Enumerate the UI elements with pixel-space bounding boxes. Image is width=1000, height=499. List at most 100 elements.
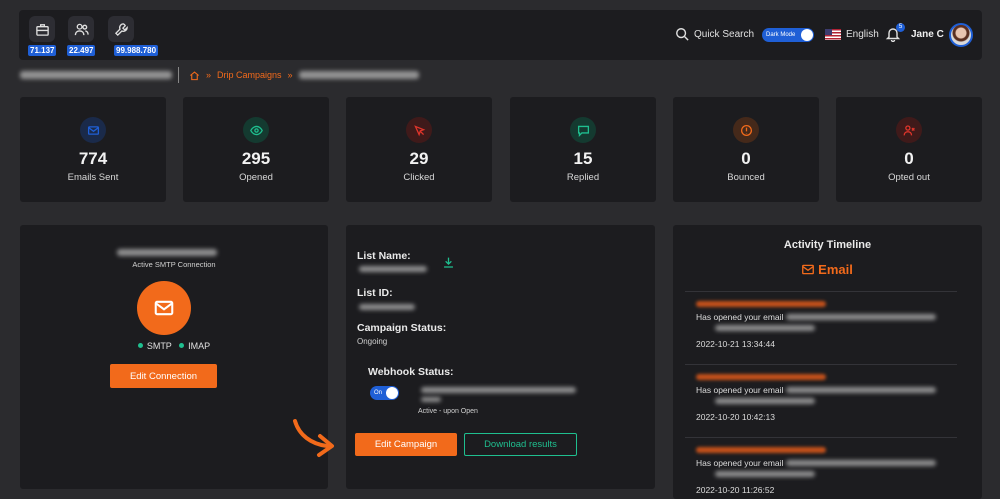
redacted-webhook-url-line2 [421,397,441,402]
chevron-right-icon: » [287,70,293,80]
breadcrumb-divider [178,67,179,83]
tools-count: 99.988.780 [114,45,159,56]
mail-icon [802,264,815,275]
chat-icon-circle [570,117,596,143]
webhook-toggle-label: On [374,390,383,396]
dark-mode-label: Dark Mode [766,32,796,38]
stat-value: 15 [573,149,593,168]
smtp-subtitle: Active SMTP Connection [132,260,216,269]
user-x-icon-circle [896,117,922,143]
status-dot [137,343,143,348]
stat-label: Replied [566,172,600,183]
mail-icon [154,300,174,316]
dark-mode-toggle[interactable]: Dark Mode [762,28,814,42]
top-bar: 71.137 22.497 99.988.780 Quick Search Da… [19,10,982,60]
users-icon [74,23,89,35]
redacted-account [20,71,172,79]
tools-button[interactable] [108,16,134,42]
redacted-subject [785,460,936,466]
timeline-timestamp: 2022-10-20 11:26:52 [696,485,775,495]
timeline-timestamp: 2022-10-20 10:42:13 [696,412,775,422]
timeline-channel-label: Email [818,262,853,277]
timeline-title: Activity Timeline [783,239,872,251]
briefcase-icon [35,23,49,36]
stat-label: Emails Sent [67,172,119,183]
chevron-right-icon: » [206,70,212,80]
redacted-subject-line2 [715,398,815,404]
timeline-action: Has opened your email [696,385,936,395]
user-name[interactable]: Jane C [911,29,944,40]
timeline-channel: Email [673,262,982,277]
download-results-button[interactable]: Download results [464,433,577,456]
redacted-subject-line2 [715,471,815,477]
webhook-status-label: Webhook Status: [368,366,454,378]
stat-label: Bounced [727,172,765,183]
redacted-list-name [359,266,427,272]
stat-value: 0 [741,149,751,168]
imap-label: IMAP [188,341,211,351]
quick-search-label: Quick Search [694,28,755,40]
campaign-status-label: Campaign Status: [357,322,447,334]
wrench-icon [114,22,128,36]
language-selector[interactable]: English [825,29,879,40]
toggle-knob [801,29,813,41]
briefcase-button[interactable] [29,16,55,42]
redacted-contact [696,447,826,453]
cursor-icon-circle [406,117,432,143]
timeline-timestamp: 2022-10-21 13:34:44 [696,339,775,349]
mail-icon-circle [80,117,106,143]
timeline-entry: Has opened your email 2022-10-21 13:34:4… [685,291,957,363]
download-icon[interactable] [442,256,455,269]
redacted-list-id [359,304,415,310]
language-label: English [846,29,879,40]
edit-connection-button[interactable]: Edit Connection [110,364,217,388]
chat-icon [577,125,589,137]
stat-value: 774 [78,149,108,168]
users-button[interactable] [68,16,94,42]
activity-timeline-panel: Activity Timeline Email Has opened your … [673,225,982,499]
search-icon [676,28,689,41]
redacted-contact [696,301,826,307]
timeline-entry: Has opened your email 2022-10-20 11:26:5… [685,437,957,499]
smtp-connection-panel: Active SMTP Connection SMTP IMAP Edit Co… [20,225,328,489]
breadcrumb-drip-campaigns[interactable]: Drip Campaigns [217,70,282,80]
notification-badge: 5 [896,23,905,32]
home-icon[interactable] [189,70,200,81]
stat-card-clicked: 29 Clicked [346,97,492,202]
timeline-action-text: Has opened your email [696,458,784,468]
stat-label: Clicked [403,172,435,183]
timeline-action-text: Has opened your email [696,385,784,395]
timeline-action-text: Has opened your email [696,312,784,322]
redacted-webhook-url [421,387,576,393]
stat-value: 295 [241,149,271,168]
briefcase-count: 71.137 [28,45,57,56]
redacted-subject [785,387,936,393]
avatar[interactable] [949,23,973,47]
stat-card-bounced: 0 Bounced [673,97,819,202]
quick-search-button[interactable]: Quick Search [675,27,754,41]
status-dot [179,343,185,348]
eye-icon-circle [243,117,269,143]
stat-label: Opted out [888,172,930,183]
us-flag-icon [825,29,841,40]
timeline-action: Has opened your email [696,312,936,322]
mail-circle [137,281,191,335]
smtp-label: SMTP [146,341,172,351]
toggle-knob [386,387,398,399]
alert-icon [740,124,752,136]
timeline-entry: Has opened your email 2022-10-20 10:42:1… [685,364,957,436]
list-id-label: List ID: [357,287,393,299]
timeline-action: Has opened your email [696,458,936,468]
alert-icon-circle [733,117,759,143]
edit-campaign-button[interactable]: Edit Campaign [355,433,457,456]
stat-card-opened: 295 Opened [183,97,329,202]
eye-icon [249,125,263,135]
cursor-icon [413,124,425,136]
redacted-subject [785,314,936,320]
webhook-note: Active - upon Open [418,408,478,415]
stat-card-opted-out: 0 Opted out [836,97,982,202]
redacted-smtp-account [117,249,217,256]
pointer-arrow-icon [293,419,334,457]
webhook-toggle[interactable]: On [370,386,399,400]
redacted-contact [696,374,826,380]
